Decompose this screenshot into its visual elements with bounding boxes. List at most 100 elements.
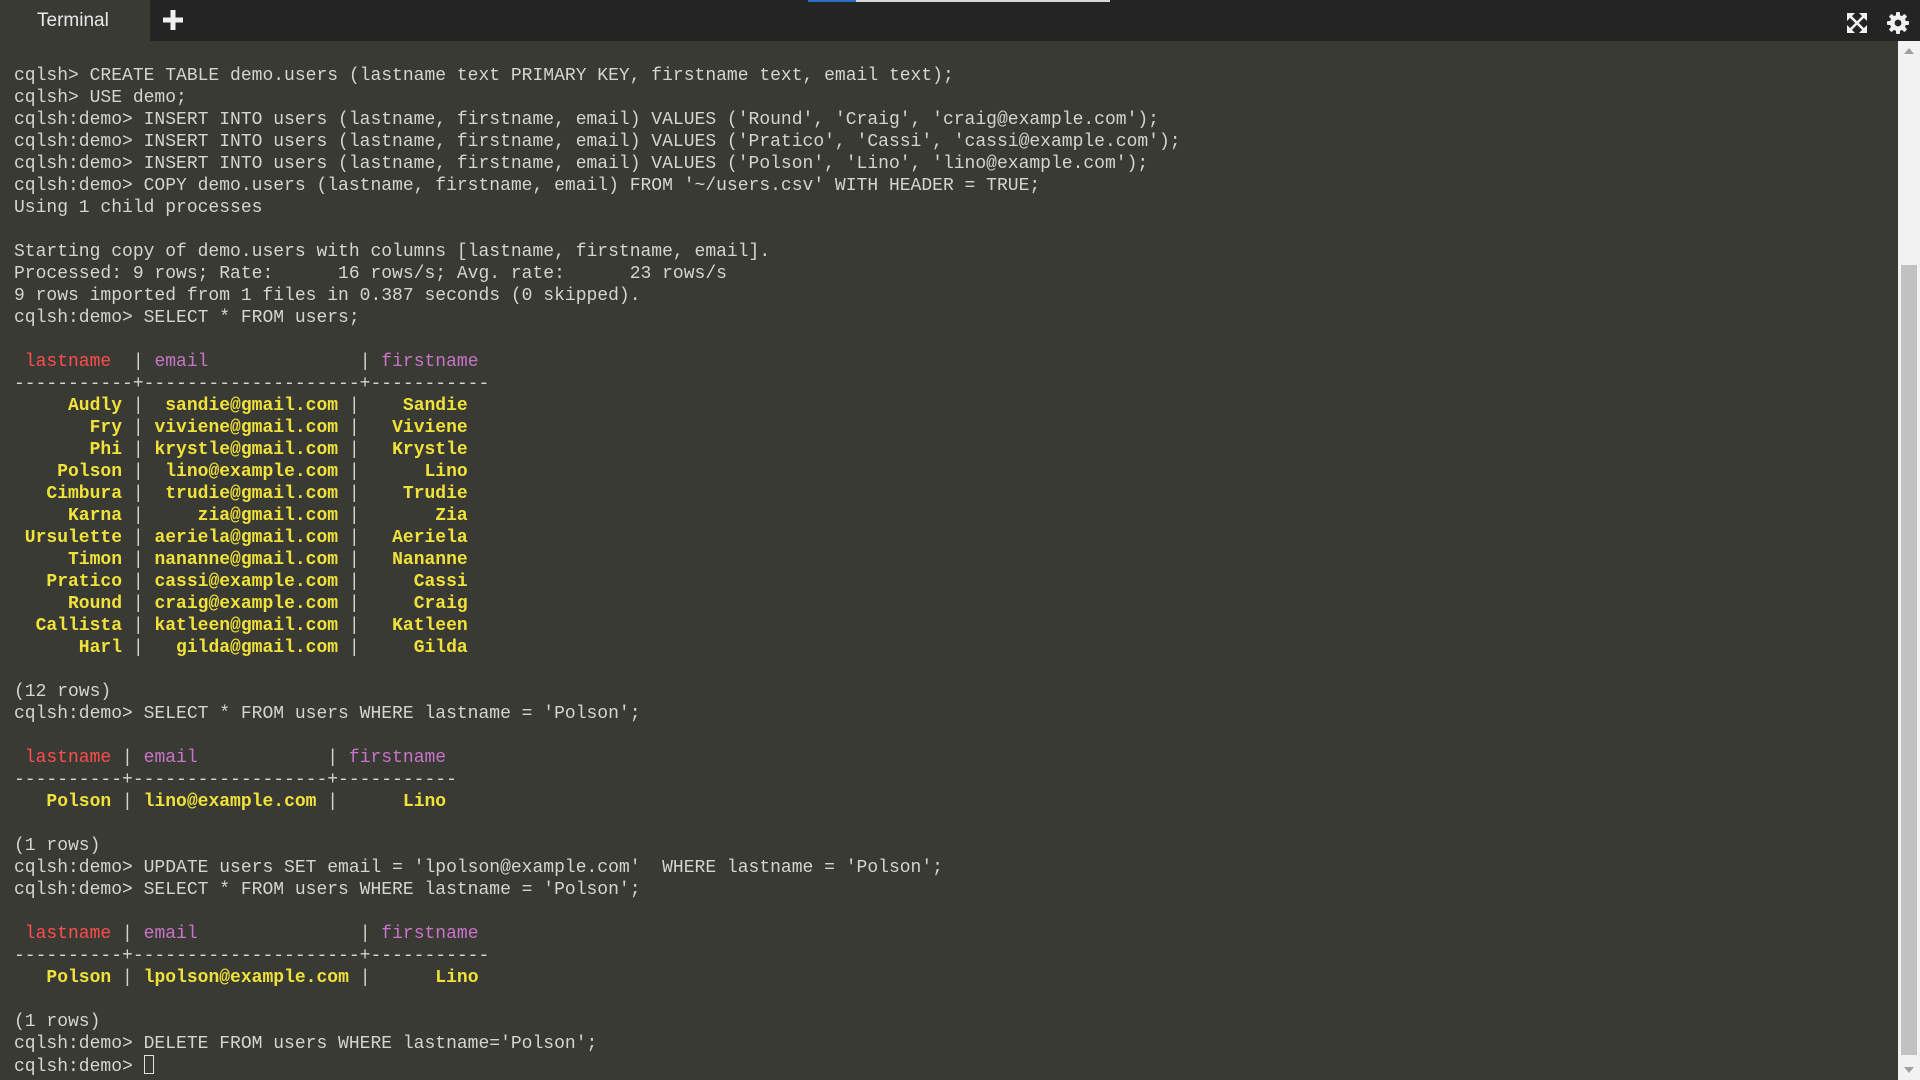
terminal-output-area[interactable]: cqlsh> CREATE TABLE demo.users (lastname… (0, 41, 1898, 1080)
column-separator: | (348, 462, 360, 482)
table-row: Cimbura | trudie@gmail.com | Trudie (14, 483, 1181, 505)
terminal-line: 9 rows imported from 1 files in 0.387 se… (14, 286, 641, 306)
column-separator: | (327, 748, 339, 768)
scroll-down-arrow-icon[interactable] (1904, 1067, 1914, 1073)
table-row: Polson | lino@example.com | Lino (14, 791, 1181, 813)
table-cell: nananne@gmail.com (143, 550, 349, 570)
column-separator: | (122, 968, 133, 988)
column-separator: | (359, 924, 371, 944)
terminal-line: cqlsh:demo> SELECT * FROM users WHERE la… (14, 880, 641, 900)
table-cell: Round (14, 594, 133, 614)
table-row: Polson | lino@example.com | Lino (14, 461, 1181, 483)
terminal-line: cqlsh:demo> INSERT INTO users (lastname,… (14, 132, 1181, 152)
column-separator: | (348, 440, 360, 460)
column-separator: | (122, 748, 133, 768)
table-cell: Viviene (359, 418, 468, 438)
terminal-line: cqlsh:demo> DELETE FROM users WHERE last… (14, 1034, 598, 1054)
table-row: Polson | lpolson@example.com | Lino (14, 967, 1181, 989)
table-cell: Timon (14, 550, 133, 570)
table-row: Ursulette | aeriela@gmail.com | Aeriela (14, 527, 1181, 549)
table-header-cell: email (132, 748, 328, 768)
table-header-cell: lastname (14, 352, 133, 372)
column-separator: | (348, 528, 360, 548)
column-separator: | (348, 594, 360, 614)
table-cell: Zia (359, 506, 468, 526)
scrollbar-thumb[interactable] (1901, 265, 1917, 1055)
table-cell: zia@gmail.com (143, 506, 349, 526)
column-separator: | (122, 924, 133, 944)
table-cell: lpolson@example.com (132, 968, 360, 988)
column-separator: | (348, 616, 360, 636)
table-header-cell: firstname (338, 748, 447, 768)
table-cell: Krystle (359, 440, 468, 460)
table-cell: Audly (14, 396, 133, 416)
table-cell: Cassi (359, 572, 468, 592)
table-row: Phi | krystle@gmail.com | Krystle (14, 439, 1181, 461)
gear-icon[interactable] (1886, 11, 1910, 35)
text-cursor[interactable] (143, 1055, 154, 1074)
table-cell: Polson (14, 462, 133, 482)
table-row: Fry | viviene@gmail.com | Viviene (14, 417, 1181, 439)
table-header-row: lastname | email | firstname (14, 923, 1181, 945)
column-separator: | (132, 594, 144, 614)
table-cell: gilda@gmail.com (143, 638, 349, 658)
terminal-line: Using 1 child processes (14, 198, 263, 218)
terminal-line: ----------+------------------+----------… (14, 770, 457, 790)
table-row: Round | craig@example.com | Craig (14, 593, 1181, 615)
table-cell: Lino (370, 968, 479, 988)
column-separator: | (359, 968, 371, 988)
table-cell: Craig (359, 594, 468, 614)
terminal-line: cqlsh> USE demo; (14, 88, 187, 108)
table-cell: Trudie (359, 484, 468, 504)
table-cell: Polson (14, 968, 123, 988)
terminal-line: cqlsh:demo> SELECT * FROM users WHERE la… (14, 704, 641, 724)
column-separator: | (122, 792, 133, 812)
column-separator: | (348, 550, 360, 570)
terminal-line: cqlsh:demo> COPY demo.users (lastname, f… (14, 176, 1041, 196)
table-cell: cassi@example.com (143, 572, 349, 592)
table-cell: lino@example.com (143, 462, 349, 482)
table-cell: Lino (359, 462, 468, 482)
table-row: Karna | zia@gmail.com | Zia (14, 505, 1181, 527)
column-separator: | (132, 418, 144, 438)
table-cell: aeriela@gmail.com (143, 528, 349, 548)
scroll-up-arrow-icon[interactable] (1904, 48, 1914, 54)
table-cell: Fry (14, 418, 133, 438)
column-separator: | (132, 506, 144, 526)
table-row: Timon | nananne@gmail.com | Nananne (14, 549, 1181, 571)
table-header-cell: email (143, 352, 360, 372)
terminal-output: cqlsh> CREATE TABLE demo.users (lastname… (14, 65, 1181, 1077)
tab-terminal[interactable]: Terminal (0, 0, 150, 41)
table-cell: Lino (338, 792, 447, 812)
table-cell: Cimbura (14, 484, 133, 504)
column-separator: | (132, 462, 144, 482)
table-row: Harl | gilda@gmail.com | Gilda (14, 637, 1181, 659)
fullscreen-icon[interactable] (1846, 12, 1868, 34)
table-row: Pratico | cassi@example.com | Cassi (14, 571, 1181, 593)
prompt-text: cqlsh:demo> (14, 1057, 144, 1077)
terminal-line: cqlsh:demo> INSERT INTO users (lastname,… (14, 154, 1149, 174)
terminal-line: Starting copy of demo.users with columns… (14, 242, 771, 262)
vertical-scrollbar[interactable] (1898, 41, 1920, 1080)
table-cell: Aeriela (359, 528, 468, 548)
column-separator: | (132, 616, 144, 636)
command-prompt-line: cqlsh:demo> (14, 1055, 1181, 1077)
column-separator: | (132, 572, 144, 592)
terminal-line: -----------+--------------------+-------… (14, 374, 490, 394)
terminal-line: Processed: 9 rows; Rate: 16 rows/s; Avg.… (14, 264, 727, 284)
table-cell: sandie@gmail.com (143, 396, 349, 416)
table-cell: Polson (14, 792, 123, 812)
plus-icon[interactable] (158, 5, 188, 35)
table-cell: Callista (14, 616, 133, 636)
tab-bar: Terminal (0, 0, 1920, 41)
table-cell: Pratico (14, 572, 133, 592)
column-separator: | (132, 352, 144, 372)
table-cell: Katleen (359, 616, 468, 636)
table-cell: Sandie (359, 396, 468, 416)
